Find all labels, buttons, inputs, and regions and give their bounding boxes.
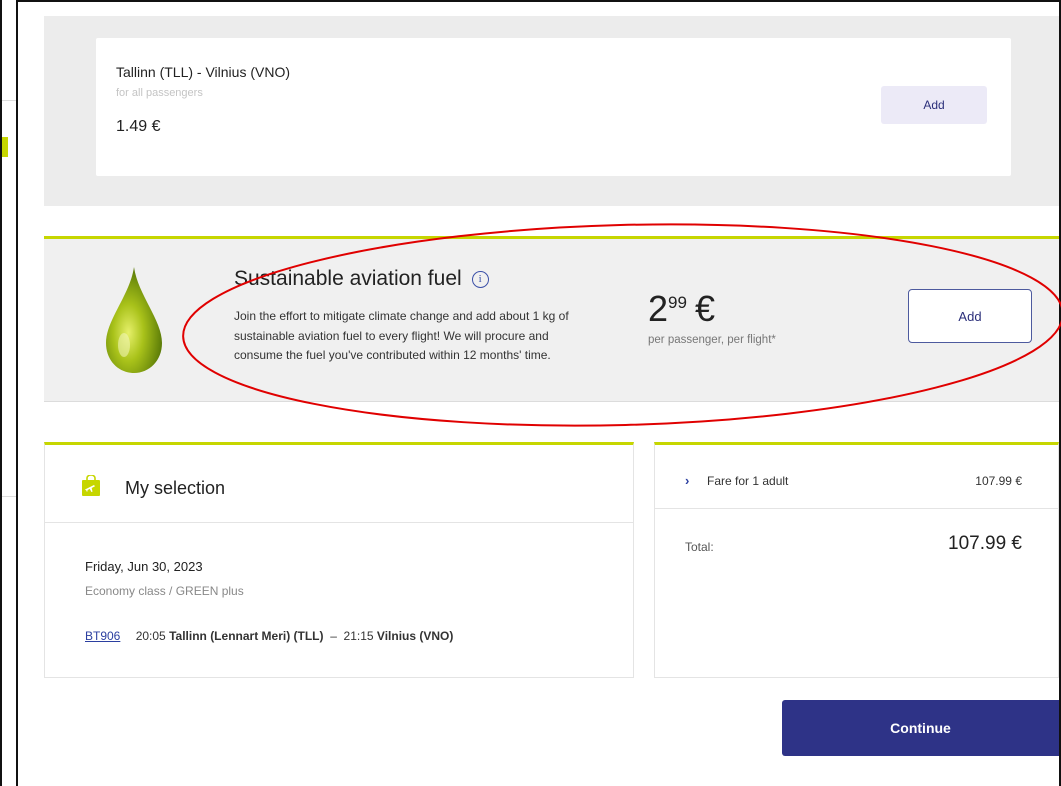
fare-label: Fare for 1 adult xyxy=(707,474,789,488)
left-frame-edge xyxy=(0,0,18,786)
total-value: 107.99 € xyxy=(948,533,1022,554)
my-selection-title: My selection xyxy=(125,478,226,498)
saf-price-dec: 99 xyxy=(668,293,687,312)
saf-price-int: 2 xyxy=(648,288,669,329)
info-icon[interactable]: i xyxy=(471,270,489,288)
route-addon-card: Tallinn (TLL) - Vilnius (VNO) for all pa… xyxy=(96,38,1011,176)
departure-time: 20:05 xyxy=(135,629,166,643)
saf-section: Sustainable aviation fuel i Join the eff… xyxy=(44,236,1059,402)
chevron-right-icon[interactable]: › xyxy=(685,473,689,488)
saf-title-text: Sustainable aviation fuel xyxy=(234,267,462,290)
continue-button[interactable]: Continue xyxy=(782,700,1059,756)
saf-currency: € xyxy=(694,288,715,329)
arrival-time: 21:15 xyxy=(343,629,374,643)
arrival-airport: Vilnius (VNO) xyxy=(376,629,454,643)
fare-summary-card: › Fare for 1 adult 107.99 € Total: 107.9… xyxy=(654,442,1059,678)
flight-number-link[interactable]: BT906 xyxy=(85,629,120,643)
fare-class: Economy class / GREEN plus xyxy=(85,584,244,598)
flight-summary: BT906 20:05 Tallinn (Lennart Meri) (TLL)… xyxy=(85,629,453,643)
divider xyxy=(2,496,16,497)
flight-date: Friday, Jun 30, 2023 xyxy=(85,559,203,574)
route-subtitle: for all passengers xyxy=(116,87,203,99)
shopping-bag-icon xyxy=(82,475,100,496)
route-price: 1.49 € xyxy=(116,118,161,135)
saf-title: Sustainable aviation fuel i xyxy=(234,267,489,291)
fare-breakdown-row[interactable]: › Fare for 1 adult 107.99 € xyxy=(655,445,1058,509)
route-separator: – xyxy=(330,629,337,643)
divider xyxy=(2,100,16,101)
fare-value: 107.99 € xyxy=(975,474,1022,488)
fuel-drop-icon xyxy=(106,267,162,373)
saf-add-button[interactable]: Add xyxy=(908,289,1032,343)
saf-price-note: per passenger, per flight* xyxy=(648,334,776,346)
route-add-button[interactable]: Add xyxy=(881,86,987,124)
booking-page: Tallinn (TLL) - Vilnius (VNO) for all pa… xyxy=(18,2,1061,786)
saf-price: 299 € xyxy=(648,291,715,327)
saf-description: Join the effort to mitigate climate chan… xyxy=(234,309,569,362)
my-selection-header: My selection xyxy=(45,445,633,523)
departure-airport: Tallinn (Lennart Meri) (TLL) xyxy=(169,629,324,643)
total-label: Total: xyxy=(685,540,714,554)
accent-marker xyxy=(2,137,8,157)
my-selection-card: My selection Friday, Jun 30, 2023 Econom… xyxy=(44,442,634,678)
route-title: Tallinn (TLL) - Vilnius (VNO) xyxy=(116,64,291,80)
